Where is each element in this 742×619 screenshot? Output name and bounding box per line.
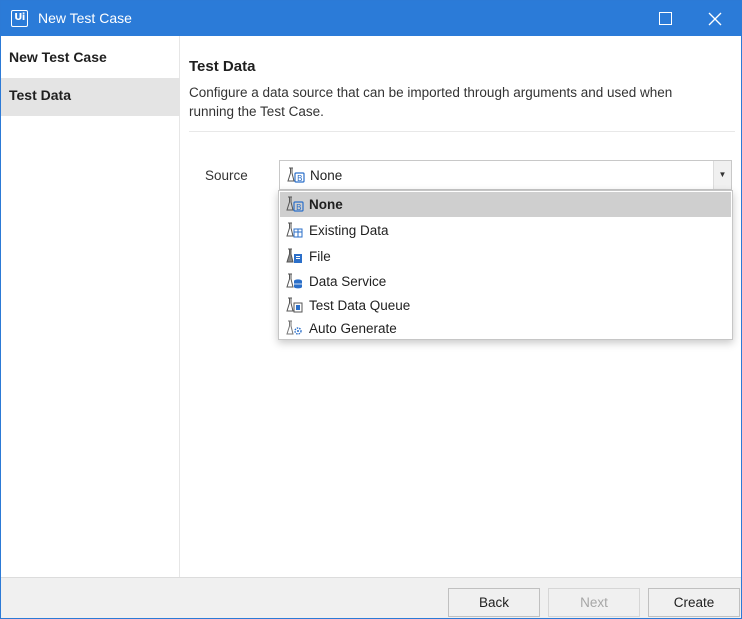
title-bar[interactable]: Ui New Test Case (1, 1, 741, 36)
chevron-down-icon[interactable]: ▼ (713, 161, 731, 189)
window-title: New Test Case (38, 10, 132, 26)
close-button[interactable] (701, 8, 729, 30)
flask-file-icon (286, 248, 304, 267)
option-auto-generate[interactable]: Auto Generate (280, 316, 731, 341)
wizard-sidebar: New Test Case Test Data (1, 36, 180, 577)
sidebar-item-test-data[interactable]: Test Data (1, 78, 180, 116)
next-button[interactable]: Next (548, 588, 640, 617)
divider (189, 131, 735, 132)
source-dropdown-list: B None Existing Data File Data Service T… (278, 190, 733, 340)
dialog-footer: Back Next Create (1, 577, 741, 618)
page-description: Configure a data source that can be impo… (189, 85, 673, 119)
svg-text:B: B (297, 174, 303, 183)
new-test-case-dialog: Ui New Test Case New Test Case Test Data… (0, 0, 742, 619)
source-label: Source (205, 168, 248, 183)
option-file[interactable]: File (280, 244, 731, 269)
flask-data-icon: B (286, 196, 304, 215)
flask-queue-icon (286, 297, 304, 316)
flask-gear-icon (286, 320, 304, 339)
source-select[interactable]: B None ▼ (279, 160, 732, 190)
maximize-button[interactable] (659, 12, 672, 25)
option-none[interactable]: B None (280, 192, 731, 217)
flask-database-icon (286, 273, 304, 292)
option-data-service[interactable]: Data Service (280, 269, 731, 294)
sidebar-item-new-test-case[interactable]: New Test Case (1, 40, 180, 78)
close-icon (708, 12, 722, 26)
uipath-logo-icon: Ui (11, 10, 28, 27)
source-select-value: None (310, 168, 343, 183)
create-button[interactable]: Create (648, 588, 740, 617)
svg-text:B: B (296, 203, 302, 212)
option-existing-data[interactable]: Existing Data (280, 218, 731, 243)
back-button[interactable]: Back (448, 588, 540, 617)
flask-table-icon (286, 222, 304, 241)
page-title: Test Data (189, 58, 256, 75)
flask-data-icon: B (287, 167, 305, 186)
option-test-data-queue[interactable]: Test Data Queue (280, 293, 731, 318)
